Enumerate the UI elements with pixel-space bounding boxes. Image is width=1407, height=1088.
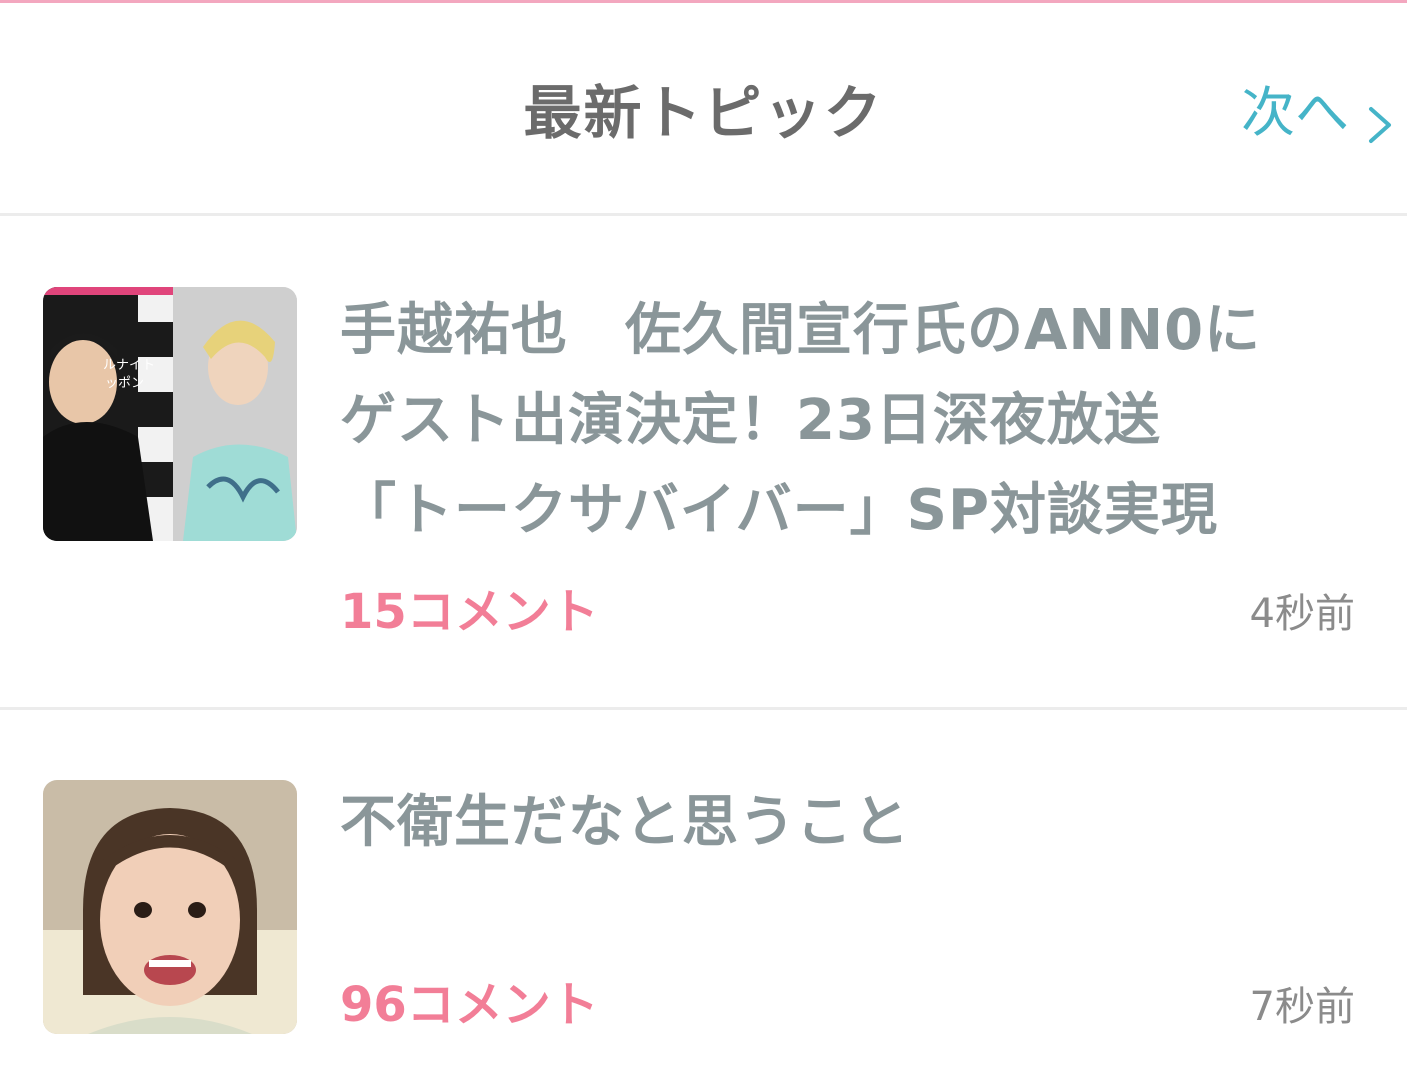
topic-thumbnail [43,780,297,1034]
chevron-right-icon [1363,91,1397,143]
comment-count: 15コメント [340,584,599,640]
topic-title-line: 「トークサバイバー」SP対談実現 [340,478,1219,543]
topic-item[interactable]: ルナイト ッポン 手越祐也 佐久間宣行氏のANN0に ゲスト出演決定！23日深夜… [0,216,1407,708]
thumbnail-text-1: ルナイト [103,358,155,373]
timestamp: 7秒前 [1249,984,1355,1030]
topic-title[interactable]: 手越祐也 佐久間宣行氏のANN0に ゲスト出演決定！23日深夜放送 「トークサバ… [340,286,1360,556]
topic-item[interactable]: 不衛生だなと思うこと 96コメント 7秒前 [0,710,1407,1088]
topic-thumbnail: ルナイト ッポン [43,287,297,541]
comment-count: 96コメント [340,977,599,1033]
topic-title-line: 手越祐也 佐久間宣行氏のANN0に [340,298,1262,363]
topic-title[interactable]: 不衛生だなと思うこと [340,778,1360,868]
thumbnail-text-2: ッポン [105,376,144,391]
section-header: 最新トピック 次へ [0,3,1407,215]
topic-title-line: ゲスト出演決定！23日深夜放送 [340,388,1161,453]
next-label: 次へ [1241,81,1349,144]
next-page-link[interactable]: 次へ [1241,75,1397,151]
section-title: 最新トピック [523,79,884,147]
topic-title-line: 不衛生だなと思うこと [340,790,910,855]
timestamp: 4秒前 [1249,591,1355,637]
